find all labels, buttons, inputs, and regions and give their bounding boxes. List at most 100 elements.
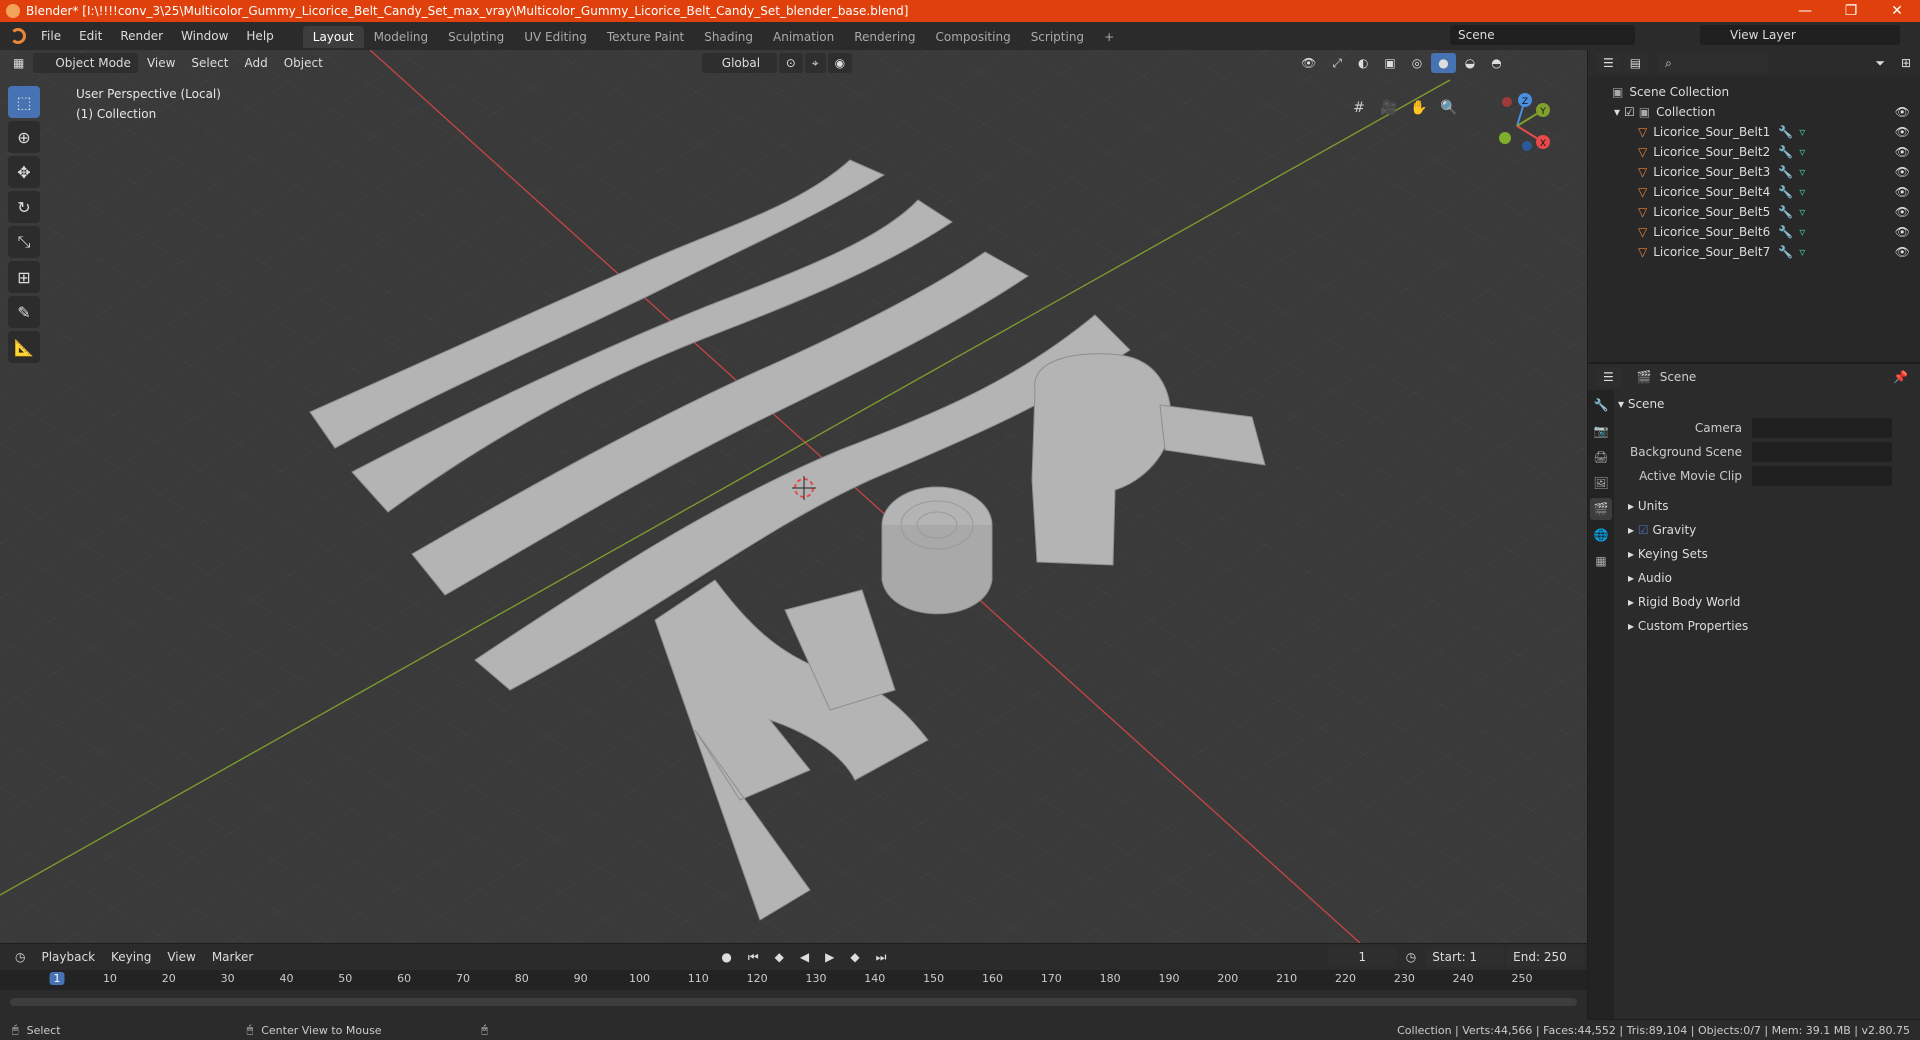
eye-icon[interactable]: 👁 bbox=[1895, 245, 1910, 259]
scene-selector[interactable]: Scene bbox=[1450, 25, 1635, 45]
timeline-editor-icon[interactable]: ◷ bbox=[8, 947, 32, 967]
solid-shading-icon[interactable]: ● bbox=[1431, 53, 1456, 73]
outliner-editor-icon[interactable]: ☰ bbox=[1596, 53, 1621, 73]
outliner-item[interactable]: ▽ Licorice_Sour_Belt7 🔧 ▿ 👁 bbox=[1588, 242, 1920, 262]
view-layer-selector[interactable]: View Layer bbox=[1700, 25, 1900, 45]
background-scene-field[interactable] bbox=[1752, 442, 1892, 462]
section-gravity[interactable]: ▸ ☑ Gravity bbox=[1618, 518, 1916, 542]
menu-file[interactable]: File bbox=[32, 22, 70, 50]
play-reverse-icon[interactable]: ◀ bbox=[793, 947, 816, 967]
pan-hand-icon[interactable]: ✋ bbox=[1407, 96, 1431, 120]
pivot-icon[interactable]: ⊙ bbox=[778, 53, 803, 73]
tab-modeling[interactable]: Modeling bbox=[364, 26, 439, 48]
section-units[interactable]: ▸ Units bbox=[1618, 494, 1916, 518]
menu-object[interactable]: Object bbox=[277, 53, 330, 73]
3d-viewport[interactable]: ▦ Object Mode View Select Add Object Glo… bbox=[0, 50, 1587, 943]
add-workspace-icon[interactable]: + bbox=[1094, 26, 1124, 48]
display-mode-icon[interactable]: ▤ bbox=[1622, 53, 1649, 73]
menu-help[interactable]: Help bbox=[237, 22, 282, 50]
tab-compositing[interactable]: Compositing bbox=[925, 26, 1020, 48]
cursor-icon[interactable]: ⊕ bbox=[8, 121, 40, 153]
maximize-button[interactable]: ❐ bbox=[1828, 3, 1874, 19]
measure-icon[interactable]: 📐 bbox=[8, 331, 40, 363]
tab-shading[interactable]: Shading bbox=[694, 26, 763, 48]
play-icon[interactable]: ▶ bbox=[818, 947, 841, 967]
menu-timeline-view[interactable]: View bbox=[160, 947, 202, 967]
transform-icon[interactable]: ⊞ bbox=[8, 261, 40, 293]
menu-keying[interactable]: Keying bbox=[104, 947, 158, 967]
outliner-item[interactable]: ▽ Licorice_Sour_Belt3 🔧 ▿ 👁 bbox=[1588, 162, 1920, 182]
section-custom-properties[interactable]: ▸ Custom Properties bbox=[1618, 614, 1916, 638]
tab-scripting[interactable]: Scripting bbox=[1021, 26, 1094, 48]
minimize-button[interactable]: — bbox=[1782, 3, 1828, 19]
xray-icon[interactable]: ▣ bbox=[1377, 53, 1402, 73]
transform-orientation[interactable]: Global bbox=[701, 53, 777, 73]
wireframe-shading-icon[interactable]: ◎ bbox=[1405, 53, 1429, 73]
eye-icon[interactable]: 👁 bbox=[1895, 125, 1910, 139]
outliner-item[interactable]: ▽ Licorice_Sour_Belt4 🔧 ▿ 👁 bbox=[1588, 182, 1920, 202]
jump-start-icon[interactable]: ⏮ bbox=[741, 947, 766, 967]
eye-icon[interactable]: 👁 bbox=[1895, 145, 1910, 159]
end-frame-field[interactable]: End: 250 bbox=[1506, 947, 1585, 967]
annotate-icon[interactable]: ✎ bbox=[8, 296, 40, 328]
navigation-gizmo[interactable]: # 🎥 ✋ 🔍 Z X Y bbox=[1347, 86, 1567, 206]
tab-sculpting[interactable]: Sculpting bbox=[438, 26, 514, 48]
mode-selector[interactable]: Object Mode bbox=[33, 53, 138, 73]
tab-animation[interactable]: Animation bbox=[763, 26, 844, 48]
menu-edit[interactable]: Edit bbox=[70, 22, 111, 50]
scene-tab-icon[interactable]: 🎬 bbox=[1590, 498, 1612, 520]
menu-add[interactable]: Add bbox=[237, 53, 274, 73]
camera-view-icon[interactable]: 🎥 bbox=[1377, 96, 1401, 120]
snap-icon[interactable]: ⌖ bbox=[804, 53, 826, 73]
view-layer-tab-icon[interactable]: 🖼 bbox=[1590, 472, 1612, 494]
active-movie-clip-field[interactable] bbox=[1752, 466, 1892, 486]
prev-keyframe-icon[interactable]: ◆ bbox=[768, 947, 791, 967]
menu-playback[interactable]: Playback bbox=[34, 947, 102, 967]
tab-rendering[interactable]: Rendering bbox=[844, 26, 925, 48]
output-tab-icon[interactable]: 🖨 bbox=[1590, 446, 1612, 468]
current-frame-field[interactable]: 1 bbox=[1327, 947, 1397, 967]
gravity-checkbox[interactable]: ☑ bbox=[1638, 523, 1649, 537]
tab-layout[interactable]: Layout bbox=[302, 26, 364, 48]
scene-panel-header[interactable]: ▾ Scene bbox=[1618, 392, 1916, 416]
camera-field[interactable] bbox=[1752, 418, 1892, 438]
proportional-edit-icon[interactable]: ◉ bbox=[827, 53, 853, 73]
scale-icon[interactable]: ⤡ bbox=[8, 226, 40, 258]
outliner-item[interactable]: ▽ Licorice_Sour_Belt1 🔧 ▿ 👁 bbox=[1588, 122, 1920, 142]
menu-window[interactable]: Window bbox=[172, 22, 237, 50]
move-icon[interactable]: ✥ bbox=[8, 156, 40, 188]
new-collection-icon[interactable]: ⊞ bbox=[1894, 53, 1918, 73]
properties-editor-icon[interactable]: ☰ bbox=[1596, 367, 1621, 387]
timeline-scrollbar[interactable] bbox=[10, 998, 1577, 1006]
outliner-search-input[interactable]: ⌕ bbox=[1658, 53, 1769, 73]
menu-select[interactable]: Select bbox=[184, 53, 235, 73]
outliner-item[interactable]: ▽ Licorice_Sour_Belt5 🔧 ▿ 👁 bbox=[1588, 202, 1920, 222]
outliner-collection[interactable]: ▾ ☑ ▣ Collection 👁 bbox=[1588, 102, 1920, 122]
pin-icon[interactable]: 📌 bbox=[1893, 370, 1908, 384]
chevron-down-icon[interactable]: ▾ bbox=[1614, 105, 1620, 119]
gizmo-icon[interactable]: ⤢ bbox=[1325, 53, 1349, 73]
axis-gizmo[interactable]: Z X Y bbox=[1477, 86, 1557, 166]
rendered-shading-icon[interactable]: ◓ bbox=[1484, 53, 1508, 73]
record-icon[interactable]: ● bbox=[714, 947, 738, 967]
tool-tab-icon[interactable]: 🔧 bbox=[1590, 394, 1612, 416]
menu-render[interactable]: Render bbox=[111, 22, 172, 50]
zoom-icon[interactable]: 🔍 bbox=[1437, 96, 1461, 120]
start-frame-field[interactable]: Start: 1 bbox=[1425, 947, 1505, 967]
frame-ruler[interactable]: 1 10 20 30 40 50 60 70 80 90 100 110 120 130 140 150 160… bbox=[0, 970, 1587, 990]
blender-logo-icon[interactable] bbox=[10, 28, 26, 44]
menu-marker[interactable]: Marker bbox=[205, 947, 260, 967]
material-shading-icon[interactable]: ◒ bbox=[1458, 53, 1482, 73]
menu-view[interactable]: View bbox=[140, 53, 182, 73]
visibility-icon[interactable]: 👁 bbox=[1294, 53, 1323, 73]
filter-icon[interactable]: ⏷ bbox=[1868, 53, 1892, 73]
eye-icon[interactable]: 👁 bbox=[1895, 205, 1910, 219]
outliner-item[interactable]: ▽ Licorice_Sour_Belt2 🔧 ▿ 👁 bbox=[1588, 142, 1920, 162]
eye-icon[interactable]: 👁 bbox=[1895, 165, 1910, 179]
next-keyframe-icon[interactable]: ◆ bbox=[843, 947, 866, 967]
texture-tab-icon[interactable]: ▦ bbox=[1590, 550, 1612, 572]
eye-icon[interactable]: 👁 bbox=[1895, 225, 1910, 239]
tab-texture-paint[interactable]: Texture Paint bbox=[597, 26, 694, 48]
tab-uv-editing[interactable]: UV Editing bbox=[514, 26, 597, 48]
eye-icon[interactable]: 👁 bbox=[1895, 185, 1910, 199]
